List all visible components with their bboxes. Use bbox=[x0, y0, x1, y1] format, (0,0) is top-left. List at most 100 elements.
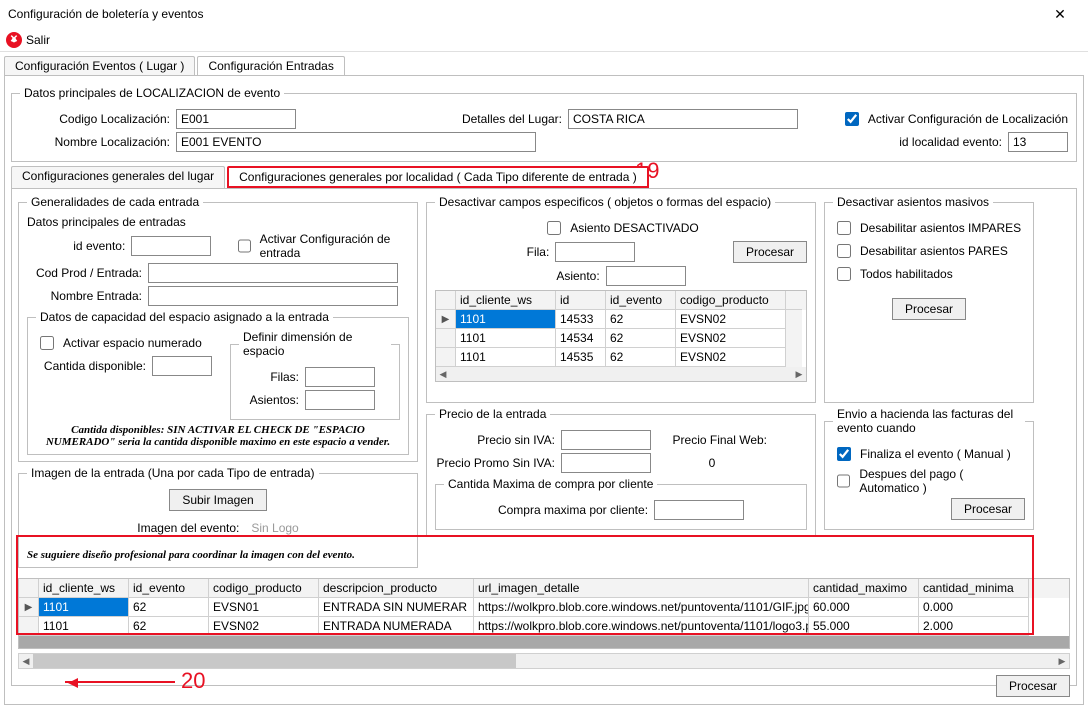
col-codprod[interactable]: codigo_producto bbox=[209, 579, 319, 598]
tab-config-entradas[interactable]: Configuración Entradas bbox=[197, 56, 344, 75]
precio-siniva-input[interactable] bbox=[561, 430, 651, 450]
todos-checkbox[interactable] bbox=[837, 267, 851, 281]
codprod-label: Cod Prod / Entrada: bbox=[27, 266, 142, 280]
maxcompra-group: Cantida Maxima de compra por cliente Com… bbox=[435, 477, 807, 530]
pares-checkbox[interactable] bbox=[837, 244, 851, 258]
precio-final-value: 0 bbox=[657, 456, 767, 470]
cell[interactable]: 1101 bbox=[39, 598, 129, 617]
imagen-hint: Se suguiere diseño profesional para coor… bbox=[27, 549, 409, 561]
codigo-loc-input[interactable] bbox=[176, 109, 296, 129]
cell[interactable]: ENTRADA SIN NUMERAR bbox=[319, 598, 474, 617]
cell[interactable]: 60.000 bbox=[809, 598, 919, 617]
cell[interactable]: 14534 bbox=[556, 329, 606, 348]
imagen-evento-label: Imagen del evento: bbox=[137, 521, 239, 535]
cell[interactable]: 62 bbox=[129, 617, 209, 636]
desact-grid[interactable]: id_cliente_ws id id_evento codigo_produc… bbox=[435, 290, 807, 382]
cell[interactable]: 62 bbox=[606, 310, 676, 329]
bottom-grid[interactable]: id_cliente_ws id_evento codigo_producto … bbox=[18, 578, 1070, 649]
row-selector[interactable]: ▶ bbox=[436, 310, 456, 329]
cant-disp-input[interactable] bbox=[152, 356, 212, 376]
main-tabs: Configuración Eventos ( Lugar ) Configur… bbox=[4, 56, 1084, 75]
cell[interactable]: 1101 bbox=[456, 310, 556, 329]
activar-loc-checkbox[interactable] bbox=[845, 112, 859, 126]
cell[interactable]: 1101 bbox=[456, 348, 556, 367]
cell[interactable]: 62 bbox=[606, 348, 676, 367]
cell[interactable]: 1101 bbox=[39, 617, 129, 636]
grid-h-scrollbar[interactable]: ◀▶ bbox=[436, 367, 806, 381]
bottom-h-scrollbar[interactable]: ◀▶ bbox=[18, 653, 1070, 669]
activar-entrada-checkbox[interactable] bbox=[238, 239, 251, 253]
cell[interactable]: 14535 bbox=[556, 348, 606, 367]
desact-legend: Desactivar campos especificos ( objetos … bbox=[435, 195, 775, 209]
cell[interactable]: 1101 bbox=[456, 329, 556, 348]
cell[interactable]: EVSN02 bbox=[676, 329, 786, 348]
tab-config-eventos[interactable]: Configuración Eventos ( Lugar ) bbox=[4, 56, 195, 75]
cell[interactable]: 62 bbox=[606, 329, 676, 348]
asientos-input[interactable] bbox=[305, 390, 375, 410]
col-desc[interactable]: descripcion_producto bbox=[319, 579, 474, 598]
cant-disp-label: Cantida disponible: bbox=[36, 359, 146, 373]
cell[interactable]: 0.000 bbox=[919, 598, 1029, 617]
col-idevento[interactable]: id_evento bbox=[606, 291, 676, 310]
capacidad-legend: Datos de capacidad del espacio asignado … bbox=[36, 310, 333, 324]
grid-empty-row bbox=[19, 636, 1069, 648]
detalles-lugar-input[interactable] bbox=[568, 109, 798, 129]
tab-conf-generales-lugar[interactable]: Configuraciones generales del lugar bbox=[11, 166, 225, 188]
codprod-input[interactable] bbox=[148, 263, 398, 283]
row-selector[interactable] bbox=[436, 348, 456, 367]
col-id[interactable]: id bbox=[556, 291, 606, 310]
imagen-legend: Imagen de la entrada (Una por cada Tipo … bbox=[27, 466, 319, 480]
main-tab-body: Datos principales de LOCALIZACION de eve… bbox=[4, 75, 1084, 705]
filas-input[interactable] bbox=[305, 367, 375, 387]
col-codprod[interactable]: codigo_producto bbox=[676, 291, 786, 310]
row-selector[interactable] bbox=[436, 329, 456, 348]
procesar-final-button[interactable]: Procesar bbox=[996, 675, 1070, 697]
dimension-legend: Definir dimensión de espacio bbox=[239, 330, 391, 358]
despues-checkbox[interactable] bbox=[837, 474, 850, 488]
procesar-button-2[interactable]: Procesar bbox=[892, 298, 966, 320]
cell[interactable]: ENTRADA NUMERADA bbox=[319, 617, 474, 636]
procesar-button-1[interactable]: Procesar bbox=[733, 241, 807, 263]
col-idcliente[interactable]: id_cliente_ws bbox=[456, 291, 556, 310]
fila-input[interactable] bbox=[555, 242, 635, 262]
col-idevento[interactable]: id_evento bbox=[129, 579, 209, 598]
tab-conf-generales-localidad[interactable]: Configuraciones generales por localidad … bbox=[227, 166, 649, 188]
cell[interactable]: 14533 bbox=[556, 310, 606, 329]
idevento-input[interactable] bbox=[131, 236, 211, 256]
col-idcliente[interactable]: id_cliente_ws bbox=[39, 579, 129, 598]
cell[interactable]: 62 bbox=[129, 598, 209, 617]
procesar-button-3[interactable]: Procesar bbox=[951, 498, 1025, 520]
cell[interactable]: EVSN02 bbox=[209, 617, 319, 636]
activar-numerado-checkbox[interactable] bbox=[40, 336, 54, 350]
nombre-entrada-input[interactable] bbox=[148, 286, 398, 306]
asiento-input[interactable] bbox=[606, 266, 686, 286]
cell[interactable]: 55.000 bbox=[809, 617, 919, 636]
col-cantmax[interactable]: cantidad_maximo bbox=[809, 579, 919, 598]
cell[interactable]: EVSN01 bbox=[209, 598, 319, 617]
maxcompra-legend: Cantida Maxima de compra por cliente bbox=[444, 477, 657, 491]
window-titlebar: Configuración de boletería y eventos ✕ bbox=[0, 0, 1088, 28]
maxcompra-input[interactable] bbox=[654, 500, 744, 520]
col-cantmin[interactable]: cantidad_minima bbox=[919, 579, 1029, 598]
subir-imagen-button[interactable]: Subir Imagen bbox=[169, 489, 266, 511]
capacidad-group: Datos de capacidad del espacio asignado … bbox=[27, 310, 409, 455]
asiento-desact-checkbox[interactable] bbox=[547, 221, 561, 235]
row-selector[interactable]: ▶ bbox=[19, 598, 39, 617]
cell[interactable]: EVSN02 bbox=[676, 310, 786, 329]
nombre-loc-input[interactable] bbox=[176, 132, 536, 152]
cell[interactable]: https://wolkpro.blob.core.windows.net/pu… bbox=[474, 598, 809, 617]
precio-promo-input[interactable] bbox=[561, 453, 651, 473]
finaliza-checkbox[interactable] bbox=[837, 447, 851, 461]
inner-tabs: Configuraciones generales del lugar Conf… bbox=[11, 166, 1077, 188]
cell[interactable]: EVSN02 bbox=[676, 348, 786, 367]
cell[interactable]: https://wolkpro.blob.core.windows.net/pu… bbox=[474, 617, 809, 636]
cell[interactable]: 2.000 bbox=[919, 617, 1029, 636]
idloc-input[interactable] bbox=[1008, 132, 1068, 152]
row-selector[interactable] bbox=[19, 617, 39, 636]
fila-label: Fila: bbox=[527, 245, 550, 259]
col-url[interactable]: url_imagen_detalle bbox=[474, 579, 809, 598]
impares-checkbox[interactable] bbox=[837, 221, 851, 235]
despues-label: Despues del pago ( Automatico ) bbox=[859, 467, 1025, 495]
exit-button[interactable]: Salir bbox=[26, 33, 50, 47]
window-close-button[interactable]: ✕ bbox=[1040, 6, 1080, 23]
